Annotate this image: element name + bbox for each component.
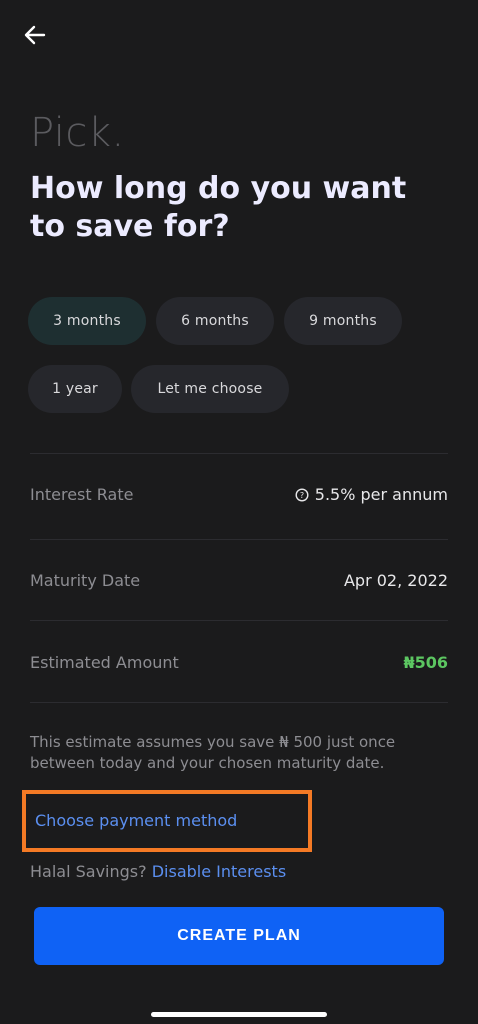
interest-rate-label: Interest Rate bbox=[30, 485, 134, 504]
halal-savings-label: Halal Savings? bbox=[30, 862, 147, 881]
divider bbox=[30, 539, 448, 540]
estimate-note: This estimate assumes you save ₦ 500 jus… bbox=[30, 733, 396, 772]
info-icon: ? bbox=[295, 487, 309, 502]
interest-rate-text: 5.5% per annum bbox=[314, 485, 448, 504]
divider bbox=[30, 702, 448, 703]
duration-chip-6-months[interactable]: 6 months bbox=[156, 297, 274, 345]
home-indicator bbox=[151, 1012, 327, 1017]
svg-text:?: ? bbox=[300, 491, 304, 500]
back-button[interactable] bbox=[22, 22, 48, 48]
halal-savings-row: Halal Savings? Disable Interests bbox=[30, 862, 286, 881]
duration-chip-1-year[interactable]: 1 year bbox=[28, 365, 122, 413]
interest-rate-value: ? 5.5% per annum bbox=[295, 485, 448, 504]
divider bbox=[30, 453, 448, 454]
divider bbox=[30, 620, 448, 621]
estimated-amount-value: ₦506 bbox=[403, 653, 448, 672]
estimated-amount-label: Estimated Amount bbox=[30, 653, 179, 672]
create-plan-button[interactable]: CREATE PLAN bbox=[34, 907, 444, 965]
choose-payment-method-link[interactable]: Choose payment method bbox=[35, 811, 237, 830]
duration-chip-3-months[interactable]: 3 months bbox=[28, 297, 146, 345]
disable-interests-link[interactable]: Disable Interests bbox=[152, 862, 286, 881]
maturity-date-label: Maturity Date bbox=[30, 571, 141, 590]
duration-chip-let-me-choose[interactable]: Let me choose bbox=[131, 365, 289, 413]
maturity-date-value: Apr 02, 2022 bbox=[343, 571, 448, 590]
arrow-left-icon bbox=[24, 25, 46, 45]
duration-chip-9-months[interactable]: 9 months bbox=[284, 297, 402, 345]
page-title: How long do you want to save for? bbox=[30, 171, 407, 244]
pick-label: Pick. bbox=[30, 110, 125, 156]
